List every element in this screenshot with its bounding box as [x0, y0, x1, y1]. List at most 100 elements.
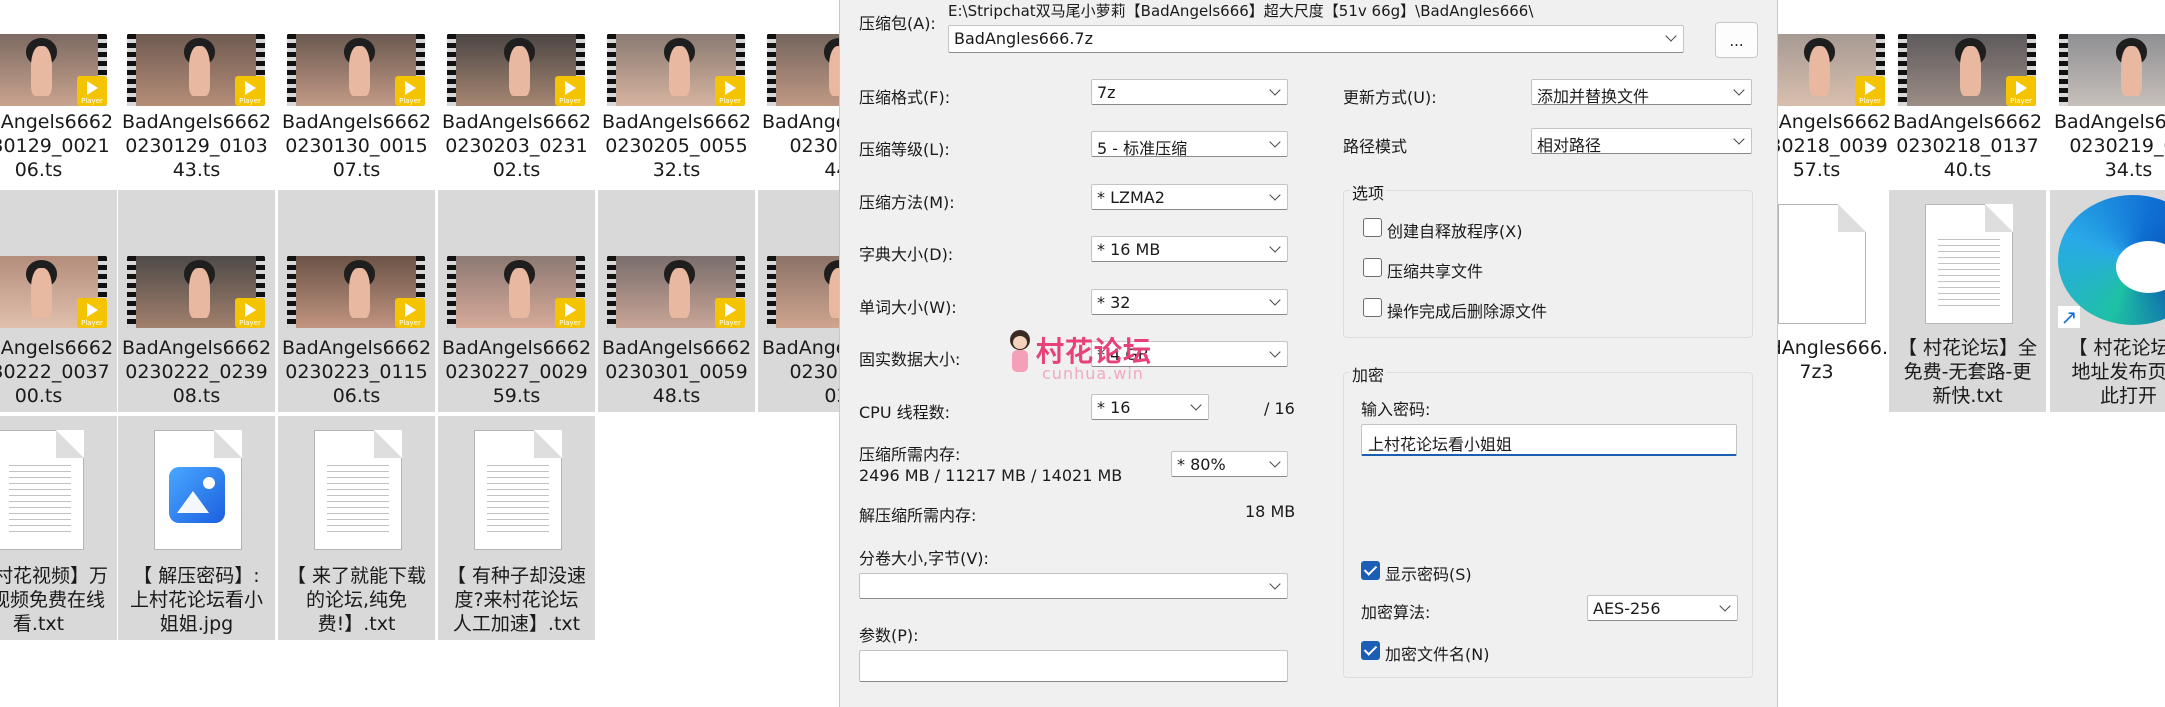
path-mode-value: 相对路径 [1537, 136, 1602, 155]
archive-label: 压缩包(A): [859, 14, 936, 33]
player-badge-icon: Player [555, 298, 585, 328]
enc-method-label: 加密算法: [1361, 603, 1431, 622]
mem-percent-select[interactable]: * 80% [1171, 451, 1288, 477]
player-badge-icon: Player [395, 76, 425, 106]
file-tile-text[interactable]: 【 来了就能下载 的论坛,纯免 费!】.txt [278, 416, 435, 640]
path-mode-select[interactable]: 相对路径 [1531, 128, 1752, 155]
file-name: 【 有种子却没速 度?来村花论坛 人工加速】.txt [446, 565, 587, 635]
solid-label: 固实数据大小: [859, 350, 961, 369]
text-file-icon [314, 430, 402, 550]
dict-select[interactable]: * 16 MB [1091, 236, 1288, 262]
video-thumbnail: Player [127, 256, 265, 328]
file-tile-video[interactable]: Player BadAngels6662 0230203_0231 02.ts [438, 0, 595, 187]
shared-checkbox[interactable] [1363, 258, 1382, 277]
mascot-icon [1006, 328, 1032, 380]
file-tile-text[interactable]: 【 村花视频】万 部视频免费在线 看.txt [0, 416, 117, 640]
format-label: 压缩格式(F): [859, 88, 951, 107]
file-tile-video[interactable]: Player BadAngels6662 0230222_0037 00.ts [0, 190, 117, 412]
file-tile-video[interactable]: Player BadAngels6662 0230227_0029 59.ts [438, 190, 595, 412]
threads-value: * 16 [1097, 398, 1131, 417]
watermark: 村花论坛 cunhua.win [1006, 328, 1176, 386]
password-input[interactable]: 上村花论坛看小姐姐 [1361, 424, 1737, 456]
file-tile-video[interactable]: Player BadAngels6662 0230223_0115 06.ts [278, 190, 435, 412]
text-file-icon [0, 430, 84, 550]
video-thumbnail: Player [607, 34, 745, 106]
threads-total: / 16 [1264, 399, 1295, 418]
file-tile-image[interactable]: 【 解压密码】: 上村花论坛看小 姐姐.jpg [118, 416, 275, 640]
video-thumbnail: Player [0, 34, 107, 106]
video-thumbnail: Player [607, 256, 745, 328]
split-select[interactable] [859, 573, 1288, 599]
text-file-icon [474, 430, 562, 550]
threads-select[interactable]: * 16 [1091, 394, 1209, 420]
level-select[interactable]: 5 - 标准压缩 [1091, 131, 1288, 158]
file-tile-shortcut[interactable]: ↗ 【 村花论坛永 地址发布页】 此打开 [2050, 190, 2165, 412]
chevron-down-icon [1269, 84, 1281, 96]
video-thumbnail: Player [447, 34, 585, 106]
password-label: 输入密码: [1361, 400, 1431, 419]
method-select[interactable]: * LZMA2 [1091, 184, 1288, 210]
chevron-down-icon [1269, 189, 1281, 201]
browse-button-label: ... [1729, 32, 1744, 50]
file-tile-video[interactable]: Player BadAngels6662 0230218_0137 40.ts [1889, 0, 2046, 187]
player-badge-icon: Player [235, 298, 265, 328]
chevron-down-icon [1269, 294, 1281, 306]
word-select[interactable]: * 32 [1091, 289, 1288, 315]
archive-name-value: BadAngles666.7z [954, 29, 1094, 48]
chevron-down-icon [1665, 30, 1677, 42]
sfx-label: 创建自释放程序(X) [1387, 222, 1523, 241]
file-name: BadAngels6662 0230129_0021 06.ts [0, 111, 114, 181]
mem-percent-value: * 80% [1177, 455, 1226, 474]
video-thumbnail: Player [447, 256, 585, 328]
format-select[interactable]: 7z [1091, 79, 1288, 105]
file-tile-video[interactable]: Player BadAngels6662 0230129_0021 06.ts [0, 0, 117, 187]
show-password-checkbox[interactable] [1361, 561, 1380, 580]
file-name: BadAngels6662 0230223_0115 06.ts [281, 337, 432, 407]
method-value: * LZMA2 [1097, 188, 1165, 207]
video-thumbnail: Player [0, 256, 107, 328]
chevron-down-icon [1190, 399, 1202, 411]
dict-label: 字典大小(D): [859, 245, 954, 264]
chevron-down-icon [1269, 136, 1281, 148]
file-name: BadAngels6662 0230129_0103 43.ts [121, 111, 272, 181]
video-thumbnail: Player [1898, 34, 2036, 106]
enc-method-select[interactable]: AES-256 [1587, 595, 1738, 621]
add-to-archive-dialog: 压缩包(A): E:\Stripchat双马尾小萝莉【BadAngels666】… [839, 0, 1778, 707]
shared-label: 压缩共享文件 [1387, 262, 1484, 281]
file-tile-text[interactable]: 【 村花论坛】全 免费-无套路-更 新快.txt [1889, 190, 2046, 412]
mem-comp-value: 2496 MB / 11217 MB / 14021 MB [859, 466, 1123, 485]
shortcut-arrow-icon: ↗ [2058, 306, 2080, 328]
update-select[interactable]: 添加并替换文件 [1531, 79, 1752, 106]
archive-name-combo[interactable]: BadAngles666.7z [948, 25, 1684, 53]
archive-file-icon [1778, 204, 1866, 324]
file-tile-video[interactable]: Player BadAngels6662 0230129_0103 43.ts [118, 0, 275, 187]
params-input[interactable] [859, 650, 1288, 682]
update-label: 更新方式(U): [1343, 88, 1437, 107]
file-name: BadAngels6662 0230222_0239 08.ts [121, 337, 272, 407]
delete-checkbox[interactable] [1363, 298, 1382, 317]
chevron-down-icon [1733, 133, 1745, 145]
file-tile-video[interactable]: Player BadAngels6662 0230301_0059 48.ts [598, 190, 755, 412]
player-badge-icon: Player [77, 76, 107, 106]
file-name: BadAngels6662 0230218_0137 40.ts [1892, 111, 2043, 181]
player-badge-icon: Player [1855, 76, 1885, 106]
delete-label: 操作完成后删除源文件 [1387, 302, 1548, 321]
browse-button[interactable]: ... [1715, 22, 1758, 58]
file-name: BadAngels6662 0230130_0015 07.ts [281, 111, 432, 181]
file-name: 【 村花视频】万 部视频免费在线 看.txt [0, 565, 109, 635]
file-tile-text[interactable]: 【 有种子却没速 度?来村花论坛 人工加速】.txt [438, 416, 595, 640]
file-tile-video[interactable]: BadAngels6662 0230219_01 34.ts [2050, 0, 2165, 187]
file-name: BadAngels6662 0230222_0037 00.ts [0, 337, 114, 407]
encrypt-names-checkbox[interactable] [1361, 641, 1380, 660]
player-badge-icon: Player [555, 76, 585, 106]
file-name: BadAngels6662 0230203_0231 02.ts [441, 111, 592, 181]
mem-decomp-label: 解压缩所需内存: [859, 506, 977, 525]
text-file-icon [1925, 204, 2013, 324]
file-tile-video[interactable]: Player BadAngels6662 0230130_0015 07.ts [278, 0, 435, 187]
word-label: 单词大小(W): [859, 298, 957, 317]
file-name: 【 解压密码】: 上村花论坛看小 姐姐.jpg [129, 565, 263, 635]
file-tile-video[interactable]: Player BadAngels6662 0230205_0055 32.ts [598, 0, 755, 187]
file-tile-video[interactable]: Player BadAngels6662 0230222_0239 08.ts [118, 190, 275, 412]
player-badge-icon: Player [715, 298, 745, 328]
sfx-checkbox[interactable] [1363, 218, 1382, 237]
